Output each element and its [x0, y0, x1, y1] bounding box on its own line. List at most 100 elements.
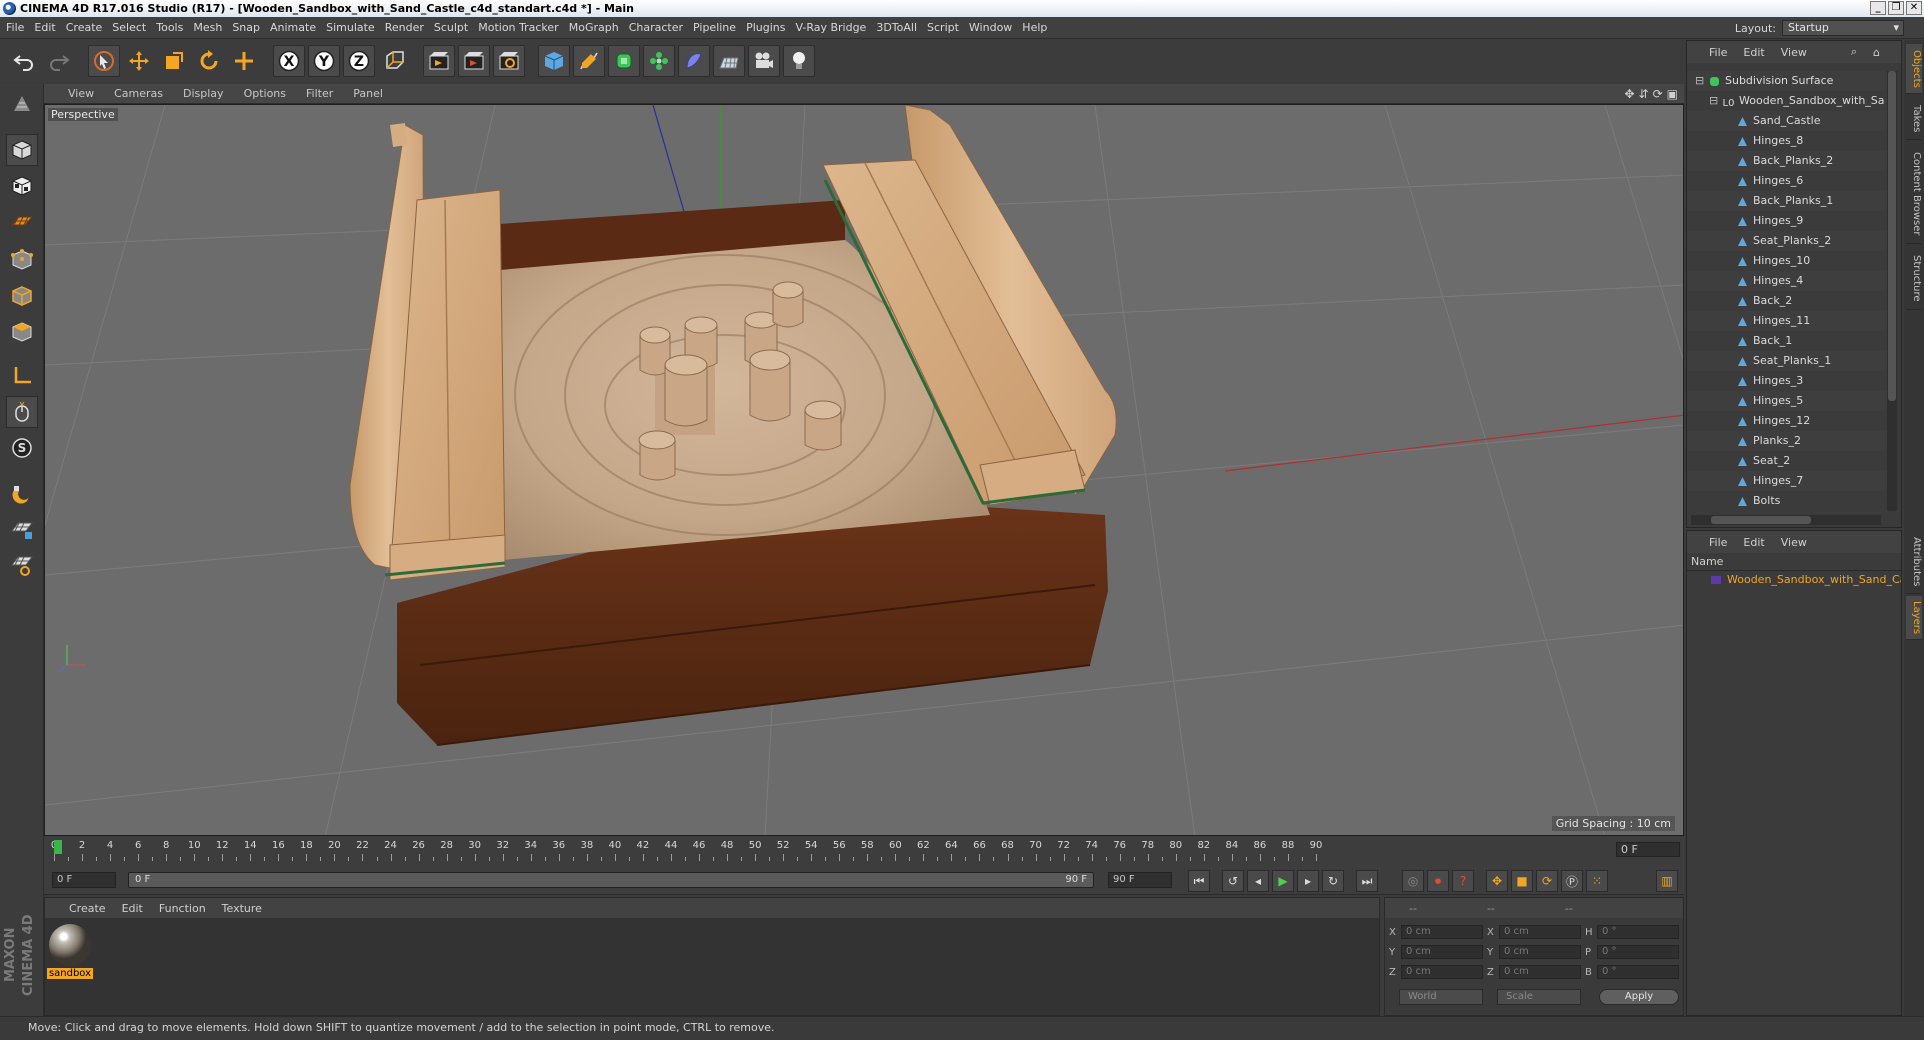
timeline[interactable]: 0246810121416182022242628303234363840424…	[44, 837, 1684, 867]
object-tree-row[interactable]: Hinges_12	[1687, 411, 1885, 431]
object-tree-row[interactable]: Sand_Castle	[1687, 111, 1885, 131]
tweak-mode-button[interactable]	[6, 396, 38, 428]
points-mode-button[interactable]	[6, 244, 38, 276]
rotation-p-field[interactable]: 0 °	[1597, 945, 1679, 959]
minimize-button[interactable]: _	[1870, 1, 1886, 15]
timeline-icon[interactable]: ▥	[1656, 870, 1678, 892]
render-settings-button[interactable]	[493, 45, 525, 77]
object-tree-row[interactable]: Bolts	[1687, 491, 1885, 511]
material-menu-create[interactable]: Create	[69, 902, 106, 915]
menu-tools[interactable]: Tools	[156, 21, 183, 34]
texture-mode-button[interactable]	[6, 170, 38, 202]
object-tree-row[interactable]: Hinges_11	[1687, 311, 1885, 331]
position-z-field[interactable]: 0 cm	[1401, 965, 1483, 979]
timeline-ruler[interactable]: 0246810121416182022242628303234363840424…	[51, 837, 1614, 861]
tab-objects[interactable]: Objects	[1906, 44, 1922, 94]
layout-dropdown[interactable]: Startup	[1782, 20, 1904, 36]
position-y-field[interactable]: 0 cm	[1401, 945, 1483, 959]
model-mode-button[interactable]	[6, 134, 38, 166]
layer-menu-edit[interactable]: Edit	[1743, 536, 1764, 549]
current-frame-field[interactable]: 0 F	[1616, 842, 1680, 857]
end-frame-field[interactable]: 90 F	[1108, 872, 1172, 888]
z-axis-lock-button[interactable]: Z	[343, 45, 375, 77]
menu-render[interactable]: Render	[385, 21, 424, 34]
floor-scene-button[interactable]	[713, 45, 745, 77]
menu-window[interactable]: Window	[969, 21, 1012, 34]
rotation-b-field[interactable]: 0 °	[1597, 965, 1679, 979]
edges-mode-button[interactable]	[6, 280, 38, 312]
coordinate-mode-dropdown[interactable]: World	[1399, 989, 1483, 1005]
perspective-viewport[interactable]: Perspective Grid Spacing : 10 cm	[44, 104, 1684, 836]
material-name-label[interactable]: sandbox	[47, 968, 93, 979]
object-tree-row[interactable]: Hinges_4	[1687, 271, 1885, 291]
snap-magnet-button[interactable]	[6, 478, 38, 510]
menu-create[interactable]: Create	[66, 21, 103, 34]
close-button[interactable]: ✕	[1906, 1, 1922, 15]
start-frame-field[interactable]: 0 F	[52, 872, 116, 888]
key-scale-icon[interactable]: ■	[1511, 870, 1533, 892]
workplane-lock-button[interactable]	[6, 550, 38, 582]
undo-button[interactable]	[8, 45, 40, 77]
workplane-button[interactable]	[6, 206, 38, 238]
object-tree-row[interactable]: Seat_Planks_2	[1687, 231, 1885, 251]
object-tree-row[interactable]: Hinges_6	[1687, 171, 1885, 191]
object-tree-row[interactable]: Back_2	[1687, 291, 1885, 311]
menu-sculpt[interactable]: Sculpt	[434, 21, 468, 34]
go-to-end-icon[interactable]: ⏭	[1356, 870, 1378, 892]
object-tree-row[interactable]: Hinges_7	[1687, 471, 1885, 491]
menu-mograph[interactable]: MoGraph	[569, 21, 619, 34]
camera-button[interactable]	[748, 45, 780, 77]
menu-script[interactable]: Script	[927, 21, 959, 34]
axis-mode-button[interactable]	[6, 360, 38, 392]
previous-frame-icon[interactable]: ◂	[1247, 870, 1269, 892]
apply-button[interactable]: Apply	[1599, 989, 1679, 1005]
layer-menu-view[interactable]: View	[1781, 536, 1807, 549]
viewport-menu-view[interactable]: View	[68, 87, 94, 100]
menu-file[interactable]: File	[6, 21, 24, 34]
y-axis-lock-button[interactable]: Y	[308, 45, 340, 77]
object-tree-hscroll[interactable]	[1691, 515, 1881, 525]
menu-3dtoall[interactable]: 3DToAll	[876, 21, 917, 34]
object-menu-file[interactable]: File	[1709, 46, 1727, 59]
menu-vray-bridge[interactable]: V-Ray Bridge	[795, 21, 866, 34]
deformer-button[interactable]	[678, 45, 710, 77]
expand-toggle-icon[interactable]: ⊟	[1695, 71, 1704, 91]
live-selection-button[interactable]	[88, 45, 120, 77]
size-y-field[interactable]: 0 cm	[1499, 945, 1581, 959]
key-position-icon[interactable]: ✥	[1486, 870, 1508, 892]
object-tree-row[interactable]: ⊟ L0 Wooden_Sandbox_with_Sand_C	[1687, 91, 1885, 111]
object-tree-row[interactable]: Seat_2	[1687, 451, 1885, 471]
viewport-menu-options[interactable]: Options	[244, 87, 286, 100]
pen-spline-button[interactable]	[573, 45, 605, 77]
timeline-playhead[interactable]	[54, 840, 62, 854]
render-to-picture-viewer-button[interactable]	[458, 45, 490, 77]
key-param-icon[interactable]: Ⓟ	[1561, 870, 1583, 892]
expand-toggle-icon[interactable]: ⊟	[1709, 91, 1718, 111]
dolly-icon[interactable]: ⇵	[1639, 87, 1649, 101]
object-menu-edit[interactable]: Edit	[1743, 46, 1764, 59]
redo-button[interactable]	[43, 45, 75, 77]
play-icon[interactable]: ▶	[1272, 870, 1294, 892]
menu-select[interactable]: Select	[112, 21, 146, 34]
tab-attributes[interactable]: Attributes	[1906, 530, 1922, 594]
object-tree-row[interactable]: Planks_2	[1687, 431, 1885, 451]
key-pla-icon[interactable]: ⁙	[1586, 870, 1608, 892]
light-button[interactable]	[783, 45, 815, 77]
viewport-menu-filter[interactable]: Filter	[306, 87, 333, 100]
menu-help[interactable]: Help	[1022, 21, 1047, 34]
next-key-icon[interactable]: ↻	[1322, 870, 1344, 892]
menu-edit[interactable]: Edit	[34, 21, 55, 34]
coordinate-system-button[interactable]	[378, 45, 410, 77]
object-tree-row[interactable]: Hinges_9	[1687, 211, 1885, 231]
pan-icon[interactable]: ✥	[1624, 87, 1634, 101]
orbit-icon[interactable]: ⟳	[1653, 87, 1663, 101]
object-tree-row[interactable]: Hinges_8	[1687, 131, 1885, 151]
record-keys-icon[interactable]: ◎	[1402, 870, 1424, 892]
layer-menu-file[interactable]: File	[1709, 536, 1727, 549]
layer-color-swatch[interactable]	[1711, 576, 1721, 584]
rotation-h-field[interactable]: 0 °	[1597, 925, 1679, 939]
grid-lock-button[interactable]	[6, 514, 38, 546]
next-frame-icon[interactable]: ▸	[1297, 870, 1319, 892]
size-z-field[interactable]: 0 cm	[1499, 965, 1581, 979]
object-tree-row[interactable]: Back_Planks_2	[1687, 151, 1885, 171]
